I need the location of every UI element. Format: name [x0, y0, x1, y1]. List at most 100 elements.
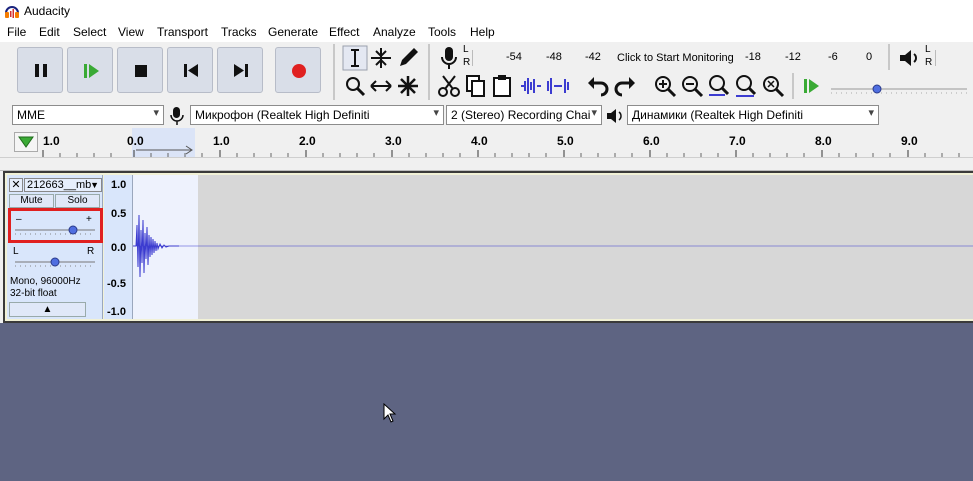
- separator: [428, 44, 430, 100]
- menu-view[interactable]: View: [118, 25, 144, 39]
- copy-icon[interactable]: [463, 73, 489, 99]
- pause-button[interactable]: [17, 47, 63, 93]
- scale-label: -0.5: [107, 278, 126, 290]
- time-shift-tool-icon[interactable]: [368, 73, 394, 99]
- stop-button[interactable]: [117, 47, 163, 93]
- selection-tool-icon[interactable]: [342, 45, 368, 71]
- ruler-label: 9.0: [901, 134, 918, 148]
- menu-file[interactable]: File: [7, 25, 26, 39]
- track-name: 212663__mb: [27, 179, 92, 191]
- draw-tool-icon[interactable]: [395, 45, 421, 71]
- chevron-down-icon: ▾: [591, 107, 597, 119]
- playback-meter[interactable]: [935, 50, 971, 66]
- meter-tick: -18: [745, 51, 761, 63]
- audio-host-select[interactable]: MME ▾: [12, 105, 164, 125]
- chevron-down-icon: ▾: [153, 107, 159, 119]
- scale-label: 0.0: [111, 242, 127, 254]
- speaker-icon[interactable]: [896, 45, 922, 71]
- chevron-down-icon: ▾: [433, 107, 439, 119]
- ruler-label: 6.0: [643, 134, 660, 148]
- monitor-label[interactable]: Click to Start Monitoring: [617, 52, 734, 64]
- silence-audio-icon[interactable]: [545, 73, 571, 99]
- rec-meter-r: R: [463, 57, 471, 68]
- menu-edit[interactable]: Edit: [39, 25, 60, 39]
- chevron-down-icon: ▾: [868, 107, 874, 119]
- play-at-speed-icon[interactable]: [800, 73, 826, 99]
- audio-host-value: MME: [17, 108, 45, 122]
- playback-device-select[interactable]: Динамики (Realtek High Definiti ▾: [627, 105, 879, 125]
- waveform: [133, 214, 973, 278]
- toolbar-area: L R -54 -48 -42 Click to Start Monitorin…: [0, 42, 973, 102]
- zoom-in-icon[interactable]: [652, 73, 678, 99]
- track-format-bits: 32-bit float: [10, 288, 57, 299]
- meter-tick: -6: [828, 51, 838, 63]
- recording-channels-value: 2 (Stereo) Recording Chai: [451, 108, 591, 122]
- skip-to-start-button[interactable]: [167, 47, 213, 93]
- track-control-panel[interactable]: ✕ 212663__mb ▼ Mute Solo – + L R Mono, 9…: [7, 175, 103, 319]
- close-track-button[interactable]: ✕: [9, 178, 23, 192]
- recording-channels-select[interactable]: 2 (Stereo) Recording Chai ▾: [446, 105, 602, 125]
- meter-tick: -54: [506, 51, 522, 63]
- paste-icon[interactable]: [489, 73, 515, 99]
- recording-device-value: Микрофон (Realtek High Definiti: [195, 108, 370, 122]
- meter-tick: -42: [585, 51, 601, 63]
- collapse-up-icon: ▲: [42, 304, 53, 315]
- recording-device-select[interactable]: Микрофон (Realtek High Definiti ▾: [190, 105, 444, 125]
- multi-tool-icon[interactable]: [395, 73, 421, 99]
- close-icon: ✕: [11, 179, 21, 191]
- ruler-label: 1.0: [43, 134, 60, 148]
- zoom-tool-icon[interactable]: [342, 73, 368, 99]
- menu-tracks[interactable]: Tracks: [221, 25, 257, 39]
- meter-tick: -12: [785, 51, 801, 63]
- vertical-scale[interactable]: 1.0 0.5 0.0 -0.5 -1.0: [104, 175, 133, 319]
- rec-meter-l: L: [463, 44, 469, 55]
- menu-analyze[interactable]: Analyze: [373, 25, 416, 39]
- track-name-menu[interactable]: 212663__mb ▼: [24, 178, 102, 192]
- waveform-area[interactable]: [133, 175, 973, 319]
- record-icon: [292, 64, 306, 78]
- menu-select[interactable]: Select: [73, 25, 106, 39]
- collapse-track-button[interactable]: ▲: [9, 302, 86, 317]
- ruler-label: 5.0: [557, 134, 574, 148]
- pan-slider[interactable]: [13, 255, 97, 269]
- track-format-rate: Mono, 96000Hz: [10, 276, 81, 287]
- solo-label: Solo: [67, 195, 88, 206]
- menu-bar: File Edit Select View Transport Tracks G…: [0, 22, 973, 42]
- microphone-icon[interactable]: [436, 45, 462, 71]
- solo-button[interactable]: Solo: [55, 194, 100, 208]
- play-meter-r: R: [925, 57, 933, 68]
- skip-to-end-button[interactable]: [217, 47, 263, 93]
- ruler-label: 8.0: [815, 134, 832, 148]
- undo-icon[interactable]: [585, 73, 611, 99]
- record-button[interactable]: [275, 47, 321, 93]
- menu-help[interactable]: Help: [470, 25, 495, 39]
- menu-effect[interactable]: Effect: [329, 25, 359, 39]
- window-title: Audacity: [24, 4, 71, 18]
- zoom-toggle-icon[interactable]: [760, 73, 786, 99]
- mute-button[interactable]: Mute: [9, 194, 54, 208]
- cut-icon[interactable]: [436, 73, 462, 99]
- redo-icon[interactable]: [612, 73, 638, 99]
- play-button[interactable]: [67, 47, 113, 93]
- pause-icon: [35, 64, 47, 77]
- separator: [888, 44, 890, 70]
- microphone-icon: [170, 107, 184, 125]
- menu-tools[interactable]: Tools: [428, 25, 456, 39]
- separator: [792, 73, 794, 99]
- skip-end-icon: [234, 64, 248, 77]
- ruler-label: 2.0: [299, 134, 316, 148]
- envelope-tool-icon[interactable]: [368, 45, 394, 71]
- track-area-top: [0, 158, 973, 171]
- separator: [333, 44, 335, 100]
- fit-selection-icon[interactable]: [706, 73, 732, 99]
- fit-project-icon[interactable]: [733, 73, 759, 99]
- ruler-label: 3.0: [385, 134, 402, 148]
- trim-audio-icon[interactable]: [518, 73, 544, 99]
- scale-label: 0.5: [111, 208, 127, 220]
- play-speed-slider[interactable]: [829, 80, 969, 98]
- zoom-out-icon[interactable]: [679, 73, 705, 99]
- menu-transport[interactable]: Transport: [157, 25, 208, 39]
- menu-generate[interactable]: Generate: [268, 25, 318, 39]
- scale-label: -1.0: [107, 306, 126, 318]
- timeline-ruler[interactable]: 1.0 0.0 1.0 2.0 3.0 4.0 5.0 6.0 7.0 8.0 …: [0, 128, 973, 158]
